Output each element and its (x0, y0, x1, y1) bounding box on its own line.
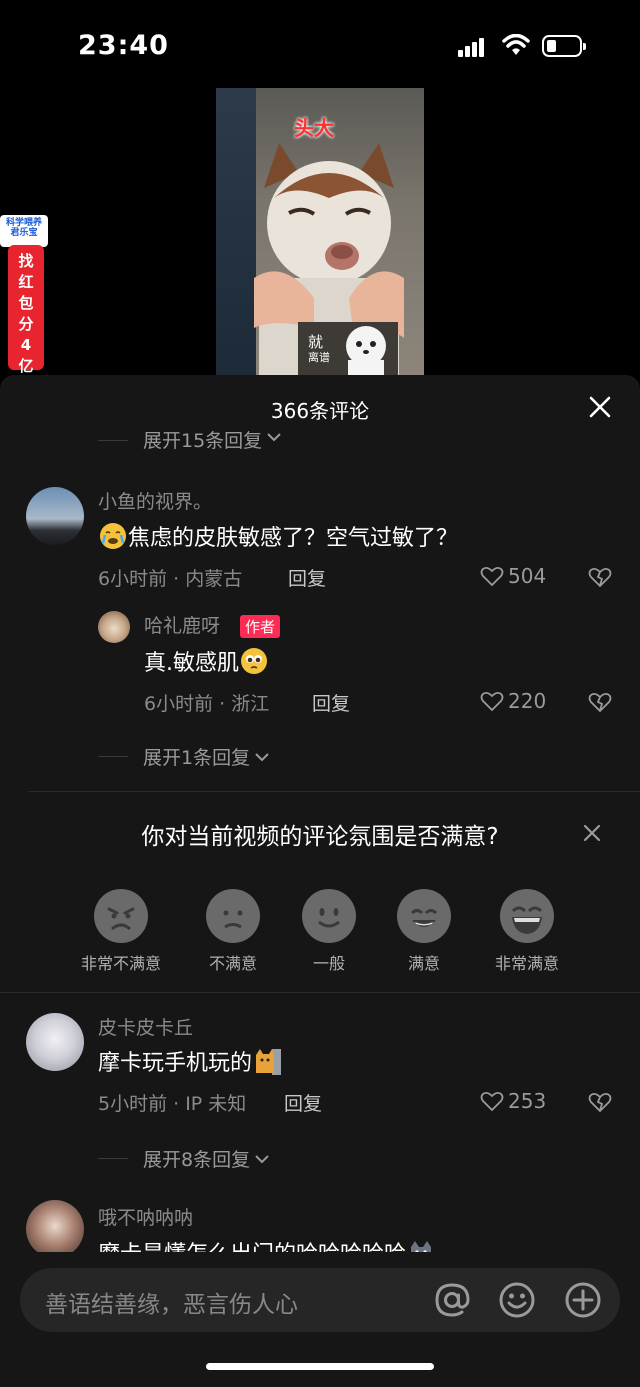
survey-option-label: 非常不满意 (80, 954, 161, 973)
reply-button[interactable]: 回复 (284, 1089, 322, 1116)
reply-username[interactable]: 哈礼鹿呀 (144, 611, 220, 638)
battery-icon (542, 35, 586, 57)
crying-emoji-icon (100, 523, 126, 549)
comment-username[interactable]: 哦不呐呐呐 (98, 1203, 193, 1230)
home-indicator[interactable] (206, 1363, 434, 1370)
video-background-shelf (216, 88, 256, 375)
sticker-line-2: 离谱 (308, 351, 330, 364)
reply-meta: 6小时前 · 浙江 (144, 693, 270, 715)
satisfied-face-icon[interactable] (397, 889, 451, 943)
comment-username[interactable]: 皮卡皮卡丘 (98, 1013, 193, 1040)
very-satisfied-face-icon[interactable] (500, 889, 554, 943)
avatar[interactable] (98, 611, 130, 643)
comments-sheet: 366条评论 展开15条回复 小鱼的视界。 焦虑的皮肤敏感了？空气过敏了？ 6小… (0, 375, 640, 1387)
chevron-down-icon (267, 433, 281, 442)
comment-input[interactable]: 善语结善缘，恶言伤人心 (20, 1268, 620, 1332)
at-icon[interactable] (433, 1281, 471, 1319)
cellular-signal-icon (458, 38, 486, 57)
ad-brand-badge: 科学喂养 君乐宝 (0, 215, 48, 247)
comments-count-title: 366条评论 (270, 399, 370, 423)
heart-icon (480, 566, 504, 587)
comment-username[interactable]: 小鱼的视界。 (98, 487, 212, 514)
comment-text: 摩卡玩手机玩的 (98, 1045, 282, 1077)
status-time: 23:40 (78, 30, 169, 61)
expand-replies-button[interactable]: 展开1条回复 (98, 743, 270, 770)
survey-option-label: 非常满意 (494, 954, 559, 973)
neutral-face-icon[interactable] (302, 889, 356, 943)
very-dissatisfied-face-icon[interactable] (94, 889, 148, 943)
comment-meta: 5小时前 · IP 未知 (98, 1093, 247, 1115)
dissatisfied-face-icon[interactable] (206, 889, 260, 943)
white-dog-sticker-icon (346, 326, 386, 375)
dislike-icon[interactable] (588, 691, 612, 713)
plus-icon[interactable] (564, 1281, 602, 1319)
survey-option-label: 不满意 (208, 954, 257, 973)
pleading-emoji-icon (241, 648, 267, 674)
survey-close-icon[interactable] (582, 823, 602, 843)
dislike-icon[interactable] (588, 566, 612, 588)
reply-button[interactable]: 回复 (288, 564, 326, 591)
cat-sticker-icon (254, 1047, 282, 1075)
chevron-down-icon (255, 752, 269, 761)
comment-text: 摩卡是懂怎么出门的哈哈哈哈哈 (98, 1236, 434, 1252)
heart-icon (480, 691, 504, 712)
like-button[interactable]: 504 (480, 564, 546, 588)
expand-replies-button[interactable]: 展开8条回复 (98, 1145, 270, 1172)
reply-button[interactable]: 回复 (312, 689, 350, 716)
author-badge: 作者 (240, 615, 281, 638)
avatar[interactable] (26, 487, 84, 545)
video-sticker: 就 离谱 (298, 322, 398, 375)
red-packet-ad[interactable]: 科学喂养 君乐宝 找红包分4亿 (0, 215, 48, 375)
status-bar: 23:40 (0, 0, 640, 90)
chevron-down-icon (255, 1154, 269, 1163)
comment-input-placeholder: 善语结善缘，恶言伤人心 (45, 1292, 298, 1318)
emoji-icon[interactable] (498, 1281, 536, 1319)
like-button[interactable]: 253 (480, 1089, 546, 1113)
wolf-emoji-icon (408, 1239, 434, 1252)
avatar[interactable] (26, 1200, 84, 1252)
survey-option-label: 一般 (312, 954, 345, 973)
comments-list[interactable]: 展开15条回复 小鱼的视界。 焦虑的皮肤敏感了？空气过敏了？ 6小时前 · 内蒙… (0, 430, 640, 1252)
avatar[interactable] (26, 1013, 84, 1071)
wifi-icon (502, 34, 530, 55)
like-button[interactable]: 220 (480, 689, 546, 713)
reply-text: 真.敏感肌 (144, 645, 269, 677)
ad-text: 找红包分4亿 (8, 245, 44, 375)
comment-text: 焦虑的皮肤敏感了？空气过敏了？ (98, 520, 458, 552)
survey-option-label: 满意 (407, 954, 440, 973)
video-caption: 头大 (294, 116, 334, 140)
comment-input-bar: 善语结善缘，恶言伤人心 (0, 1252, 640, 1387)
dislike-icon[interactable] (588, 1091, 612, 1113)
heart-icon (480, 1091, 504, 1112)
survey-question: 你对当前视频的评论氛围是否满意? (141, 824, 499, 850)
divider (28, 791, 640, 792)
sticker-line-1: 就 (308, 333, 324, 351)
expand-replies-button[interactable]: 展开15条回复 (98, 430, 282, 450)
divider (0, 992, 640, 993)
comment-meta: 6小时前 · 内蒙古 (98, 568, 243, 590)
video-player[interactable]: 头大 就 离谱 (216, 88, 424, 375)
close-icon[interactable] (588, 395, 612, 419)
